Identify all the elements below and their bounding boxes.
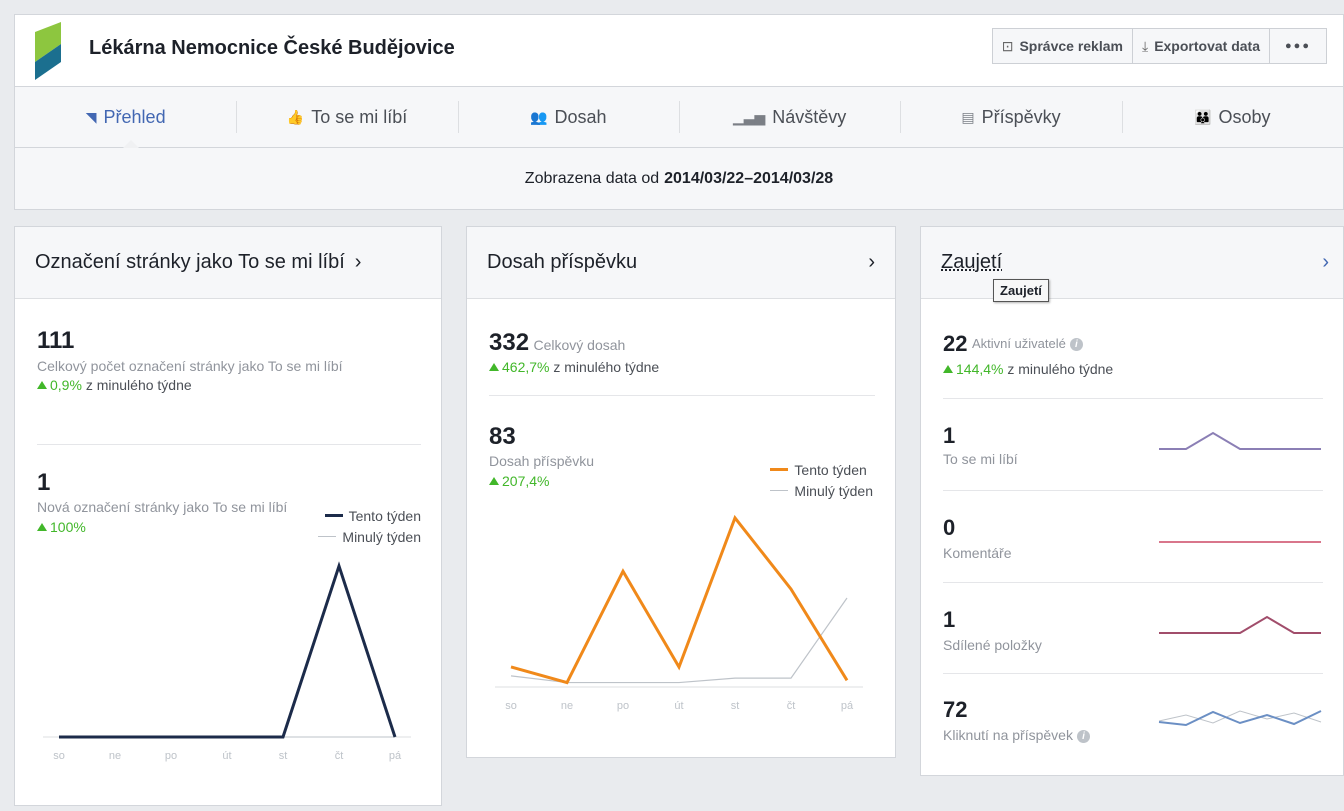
group-icon: 👪 (1194, 108, 1212, 125)
tab-reach[interactable]: 👥 Dosah (457, 87, 679, 147)
x-tick-label: čt (335, 750, 344, 762)
download-icon: ⤓ (1141, 37, 1149, 54)
x-tick-label: ne (561, 700, 573, 712)
x-tick-label: pá (389, 750, 402, 762)
x-tick-label: čt (787, 700, 796, 712)
tab-people[interactable]: 👪 Osoby (1121, 87, 1343, 147)
x-tick-label: út (222, 750, 231, 762)
more-icon: ●●● (1285, 40, 1311, 52)
post-reach-chart: so ne po út st čt pá (495, 514, 863, 712)
tab-likes[interactable]: 👍 To se mi líbí (236, 87, 457, 147)
posts-icon: ▤ (961, 108, 975, 125)
export-data-button[interactable]: ⤓ Exportovat data (1132, 28, 1270, 64)
bar-chart-icon: ▁▃▅ (732, 108, 766, 125)
x-tick-label: so (505, 700, 517, 712)
post-reach-card: Dosah příspěvku › 332 Celkový dosah 462,… (466, 226, 896, 758)
x-tick-label: st (279, 750, 288, 762)
sparkline-likes (1159, 431, 1321, 450)
page-likes-card: Označení stránky jako To se mi líbí › 11… (14, 226, 442, 806)
page-title: Lékárna Nemocnice České Budějovice (89, 37, 455, 59)
sparkline-shares (1159, 615, 1321, 634)
insights-tabs: ◥ Přehled 👍 To se mi líbí 👥 Dosah ▁▃▅ Návště… (14, 86, 1344, 148)
engagement-card: Zaujetí › Zaujetí 22 Aktivní uživatelé i … (920, 226, 1344, 776)
series-line-this-week (59, 561, 397, 739)
page-header: Lékárna Nemocnice České Budějovice ⊡ Sprá… (14, 14, 1344, 86)
flag-icon: ◥ (85, 108, 97, 125)
sparkline-clicks (1158, 710, 1322, 727)
date-range-bar: Zobrazena data od 2014/03/22–2014/03/28 (14, 148, 1344, 210)
tab-visits[interactable]: ▁▃▅ Návštěvy (678, 87, 900, 147)
ads-manager-icon: ⊡ (1001, 37, 1014, 54)
x-tick-label: st (731, 700, 740, 712)
series-line-this-week (510, 514, 849, 685)
engagement-sparklines (1158, 431, 1322, 727)
header-actions: ⊡ Správce reklam ⤓ Exportovat data ●●● (991, 28, 1327, 64)
active-tab-caret (123, 140, 139, 148)
x-tick-label: po (165, 750, 177, 762)
sparkline-last-week (1158, 710, 1322, 724)
ads-manager-button[interactable]: ⊡ Správce reklam (991, 28, 1133, 64)
date-range: 2014/03/22–2014/03/28 (664, 169, 834, 187)
more-options-button[interactable]: ●●● (1270, 28, 1327, 64)
new-likes-chart: so ne po út st čt pá (43, 561, 411, 762)
tab-posts[interactable]: ▤ Příspěvky (900, 87, 1121, 147)
x-tick-label: út (674, 700, 683, 712)
x-tick-label: po (617, 700, 629, 712)
tab-overview[interactable]: ◥ Přehled (15, 87, 236, 148)
x-tick-label: so (53, 750, 65, 762)
x-tick-label: ne (109, 750, 121, 762)
x-tick-label: pá (841, 700, 854, 712)
people-icon: 👥 (530, 108, 548, 125)
thumbs-up-icon: 👍 (286, 108, 305, 125)
page-logo (35, 22, 61, 80)
